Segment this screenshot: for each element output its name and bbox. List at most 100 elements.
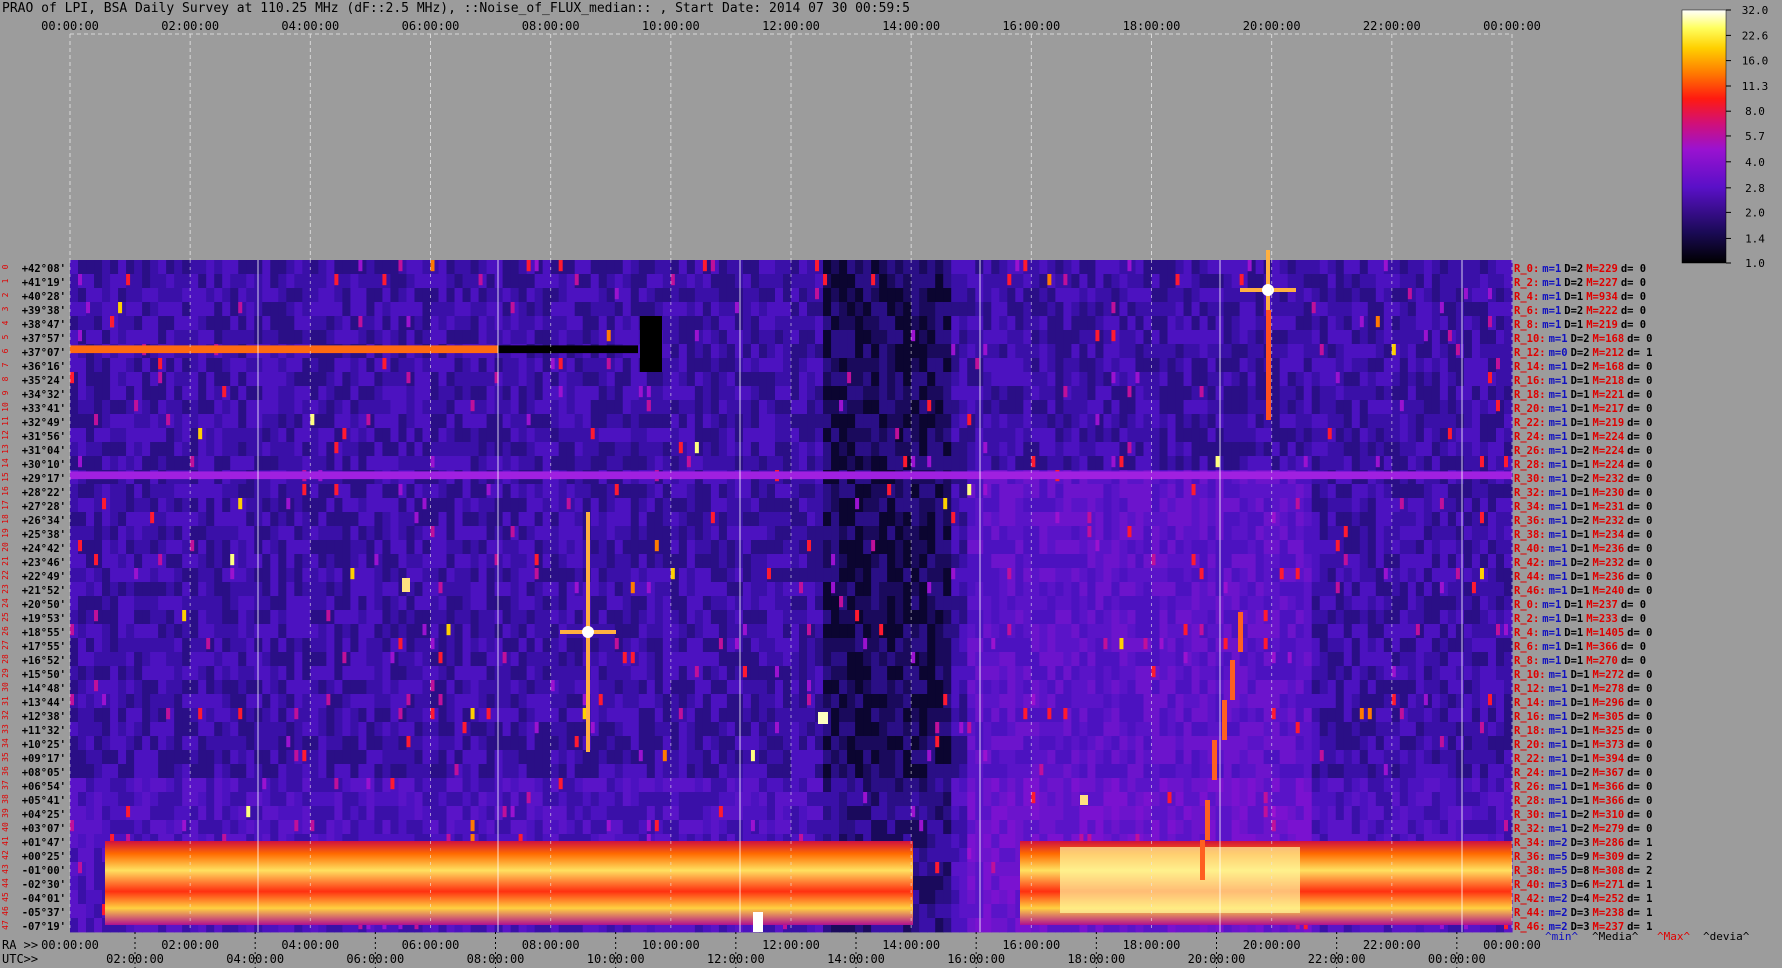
heat-cell (1495, 386, 1505, 401)
heat-cell (1375, 554, 1385, 569)
heat-cell (1207, 414, 1217, 429)
heat-cell (1239, 582, 1249, 597)
heat-cell (855, 442, 864, 457)
heat-cell (1367, 610, 1377, 625)
heat-cell (823, 498, 832, 513)
heat-cell (1375, 428, 1385, 443)
heat-cell (1383, 302, 1393, 317)
heat-cell (422, 568, 432, 583)
heat-cell (983, 596, 992, 611)
heat-cell (102, 274, 111, 289)
heat-cell (967, 400, 976, 415)
heat-cell (1503, 372, 1513, 387)
heat-cell (710, 484, 720, 499)
heat-cell (510, 498, 520, 513)
heat-cell (839, 288, 848, 303)
heat-cell (726, 330, 736, 345)
heat-cell (1495, 260, 1505, 275)
heat-cell (358, 330, 368, 345)
heat-cell (887, 386, 896, 401)
heat-cell (951, 372, 960, 387)
heat-cell (1231, 540, 1241, 555)
heat-cell (662, 484, 672, 499)
heat-cell (214, 302, 223, 317)
heat-cell (646, 302, 656, 317)
heat-cell (791, 302, 800, 317)
heat-cell (670, 330, 680, 345)
heat-cell (646, 610, 656, 625)
heat-cell (454, 596, 464, 611)
heat-cell (1175, 400, 1185, 415)
heat-cell (630, 400, 640, 415)
heat-cell (230, 512, 239, 527)
heat-cell (791, 582, 800, 597)
heat-cell (110, 442, 119, 457)
heat-cell (438, 554, 448, 569)
heat-cell (126, 302, 135, 317)
heat-cell (1039, 428, 1048, 443)
heat-cell (550, 400, 560, 415)
heat-cell (1007, 400, 1016, 415)
heat-cell (887, 582, 896, 597)
heat-cell (1167, 414, 1177, 429)
heat-cell (1119, 330, 1129, 345)
heat-cell (166, 400, 175, 415)
heat-cell (198, 330, 207, 345)
heat-cell (863, 344, 872, 359)
heat-cell (935, 358, 944, 373)
heat-cell (1295, 442, 1305, 457)
heat-cell (807, 344, 816, 359)
heat-cell (1031, 260, 1040, 275)
heat-cell (815, 596, 824, 611)
heat-cell (1391, 330, 1401, 345)
heat-cell (895, 344, 904, 359)
heat-cell (1247, 540, 1257, 555)
heat-cell (542, 484, 552, 499)
heat-cell (270, 512, 279, 527)
heat-cell (1207, 288, 1217, 303)
heat-cell (823, 260, 832, 275)
heat-cell (1455, 316, 1465, 331)
heat-cell (270, 526, 279, 541)
heat-cell (726, 414, 736, 429)
heat-cell (943, 330, 952, 345)
heat-cell (943, 456, 952, 471)
heat-cell (1271, 414, 1281, 429)
heat-cell (774, 316, 784, 331)
heat-cell (638, 260, 648, 275)
heat-cell (959, 610, 968, 625)
heat-cell (1087, 442, 1097, 457)
heat-cell (742, 386, 752, 401)
heat-cell (694, 484, 704, 499)
heat-cell (863, 428, 872, 443)
heat-cell (1111, 582, 1121, 597)
heat-cell (831, 428, 840, 443)
heat-cell (1103, 498, 1113, 513)
heat-cell (1119, 358, 1129, 373)
heat-cell (1143, 400, 1153, 415)
heat-cell (742, 428, 752, 443)
heat-cell (1239, 414, 1249, 429)
heat-cell (638, 400, 648, 415)
heat-cell (1303, 400, 1313, 415)
heat-cell (198, 610, 207, 625)
heat-cell (582, 456, 592, 471)
heat-cell (1207, 358, 1217, 373)
heat-cell (550, 288, 560, 303)
heat-cell (911, 624, 920, 639)
heat-cell (310, 442, 319, 457)
heat-cell (142, 302, 151, 317)
heat-cell (638, 484, 648, 499)
heat-cell (1207, 540, 1217, 555)
heat-cell (1383, 316, 1393, 331)
heat-cell (734, 596, 744, 611)
heat-cell (951, 414, 960, 429)
heat-cell (110, 610, 119, 625)
heat-cell (1351, 582, 1361, 597)
heat-cell (1447, 484, 1457, 499)
heat-cell (983, 512, 992, 527)
heat-cell (774, 512, 784, 527)
heat-cell (847, 358, 856, 373)
heat-cell (1279, 358, 1289, 373)
heat-cell (102, 526, 111, 541)
